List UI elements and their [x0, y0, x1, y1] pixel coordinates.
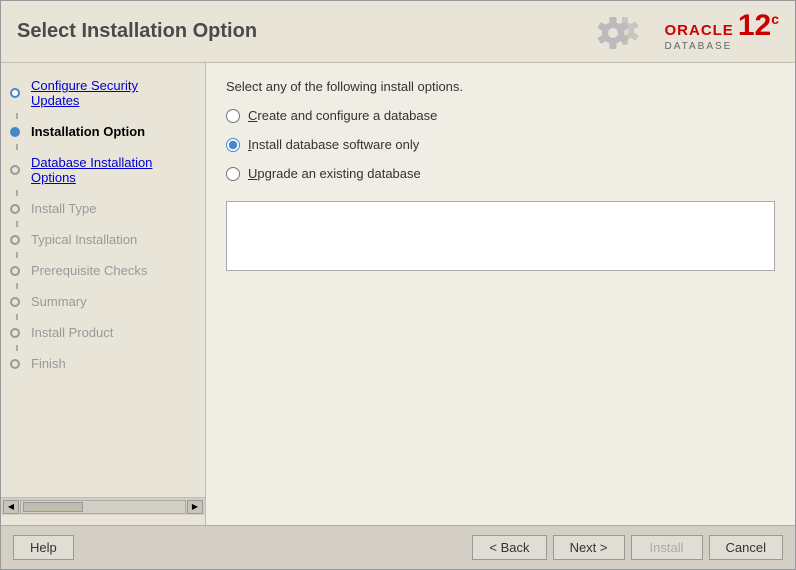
sidebar-scrollbar[interactable]: ◀ ▶	[1, 497, 205, 515]
step-icon-8	[7, 325, 23, 341]
oracle-version-text: 12c	[738, 11, 779, 41]
option-upgrade-db[interactable]: Upgrade an existing database	[226, 166, 775, 181]
step-dot-2	[10, 127, 20, 137]
option-create-db[interactable]: Create and configure a database	[226, 108, 775, 123]
next-button[interactable]: Next >	[553, 535, 625, 560]
info-box	[226, 201, 775, 271]
sidebar-item-install-type: Install Type	[1, 196, 205, 221]
sidebar-item-install-product: Install Product	[1, 320, 205, 345]
sidebar-item-label-7: Summary	[27, 291, 95, 312]
step-dot-3	[10, 165, 20, 175]
back-button[interactable]: < Back	[472, 535, 546, 560]
step-dot-7	[10, 297, 20, 307]
step-icon-6	[7, 263, 23, 279]
sidebar-item-label-8: Install Product	[27, 322, 121, 343]
sidebar-item-typical-installation: Typical Installation	[1, 227, 205, 252]
oracle-brand-text: ORACLE	[664, 22, 733, 39]
sidebar-item-label-6: Prerequisite Checks	[27, 260, 155, 281]
sidebar-item-label-5: Typical Installation	[27, 229, 145, 250]
help-button[interactable]: Help	[13, 535, 74, 560]
radio-upgrade-db[interactable]	[226, 167, 240, 181]
scroll-right-button[interactable]: ▶	[187, 500, 203, 514]
sidebar-item-label-2: Installation Option	[27, 121, 153, 142]
option-label-install-software: Install database software only	[248, 137, 419, 152]
oracle-product-text: DATABASE	[664, 41, 732, 52]
step-dot-9	[10, 359, 20, 369]
oracle-text: ORACLE 12c DATABASE	[664, 11, 779, 52]
sidebar-item-label-3[interactable]: Database Installation Options	[27, 152, 197, 188]
sidebar-item-installation-option: Installation Option	[1, 119, 205, 144]
step-dot-1	[10, 88, 20, 98]
install-button: Install	[631, 535, 703, 560]
oracle-logo: ORACLE 12c DATABASE	[595, 9, 779, 54]
step-dot-5	[10, 235, 20, 245]
scroll-left-button[interactable]: ◀	[3, 500, 19, 514]
step-icon-5	[7, 232, 23, 248]
radio-create-db[interactable]	[226, 109, 240, 123]
footer-left: Help	[13, 535, 74, 560]
scroll-track[interactable]	[20, 500, 186, 514]
footer-right: < Back Next > Install Cancel	[472, 535, 783, 560]
step-icon-3	[7, 162, 23, 178]
step-icon-1	[7, 85, 23, 101]
content-area: Select any of the following install opti…	[206, 63, 795, 525]
sidebar-item-prerequisite-checks: Prerequisite Checks	[1, 258, 205, 283]
sidebar-item-label-1[interactable]: Configure Security Updates	[27, 75, 197, 111]
footer: Help < Back Next > Install Cancel	[1, 525, 795, 569]
sidebar-item-label-4: Install Type	[27, 198, 105, 219]
header: Select Installation Option	[1, 1, 795, 63]
sidebar-item-summary: Summary	[1, 289, 205, 314]
oracle-gear-icon	[595, 9, 660, 54]
radio-install-software[interactable]	[226, 138, 240, 152]
option-install-software[interactable]: Install database software only	[226, 137, 775, 152]
step-icon-7	[7, 294, 23, 310]
step-icon-9	[7, 356, 23, 372]
option-label-upgrade-db: Upgrade an existing database	[248, 166, 421, 181]
instruction-text: Select any of the following install opti…	[226, 79, 775, 94]
sidebar: Configure Security Updates Installation …	[1, 63, 206, 525]
sidebar-item-label-9: Finish	[27, 353, 74, 374]
option-group: Create and configure a database Install …	[226, 108, 775, 181]
sidebar-item-database-installation[interactable]: Database Installation Options	[1, 150, 205, 190]
scroll-thumb[interactable]	[23, 502, 83, 512]
main-window: Select Installation Option	[0, 0, 796, 570]
sidebar-item-finish: Finish	[1, 351, 205, 376]
step-dot-8	[10, 328, 20, 338]
page-title: Select Installation Option	[17, 20, 257, 43]
sidebar-item-configure-security[interactable]: Configure Security Updates	[1, 73, 205, 113]
step-dot-4	[10, 204, 20, 214]
step-dot-6	[10, 266, 20, 276]
cancel-button[interactable]: Cancel	[709, 535, 783, 560]
option-label-create-db: Create and configure a database	[248, 108, 437, 123]
sidebar-items-container: Configure Security Updates Installation …	[1, 73, 205, 497]
main-body: Configure Security Updates Installation …	[1, 63, 795, 525]
step-icon-2	[7, 124, 23, 140]
step-icon-4	[7, 201, 23, 217]
